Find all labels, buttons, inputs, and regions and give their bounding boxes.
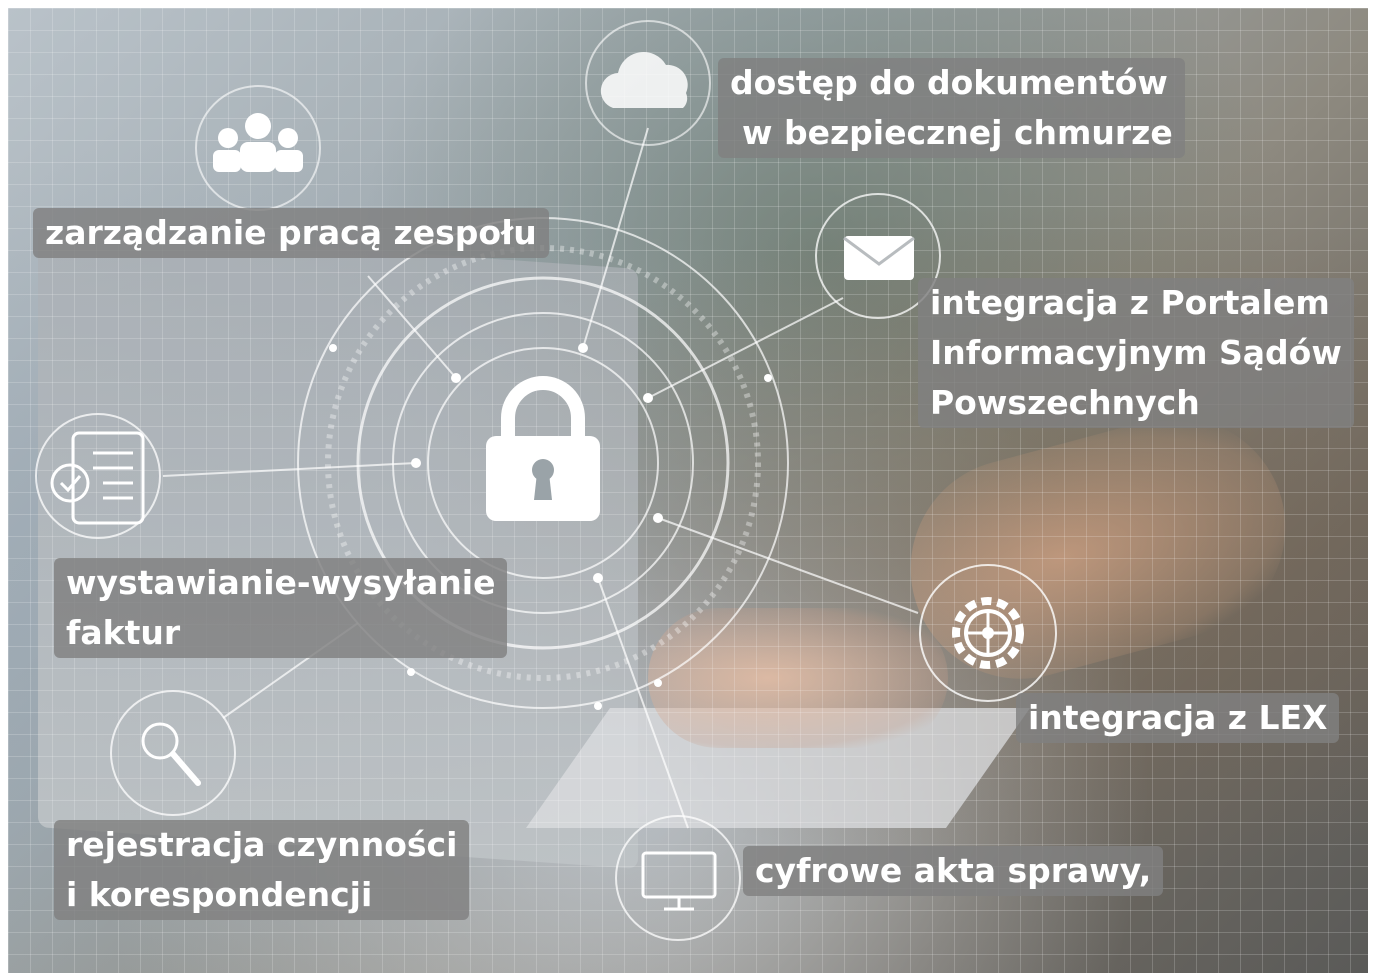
label-invoices: wystawianie-wysyłanie faktur (54, 558, 508, 658)
label-line: integracja z Portalem (930, 283, 1330, 322)
label-team-management: zarządzanie pracą zespołu (33, 208, 549, 258)
label-line: w bezpiecznej chmurze (742, 113, 1173, 152)
label-line: i korespondencji (66, 875, 373, 914)
label-line: rejestracja czynności (66, 825, 458, 864)
label-line: faktur (66, 613, 181, 652)
label-lex-integration: integracja z LEX (1016, 693, 1340, 743)
magnifier-icon (110, 690, 236, 816)
cloud-icon (585, 20, 711, 146)
gear-icon (919, 564, 1057, 702)
label-activity-register: rejestracja czynności i korespondencji (54, 820, 470, 920)
label-portal-integration: integracja z Portalem Informacyjnym Sądó… (918, 278, 1354, 428)
label-digital-files: cyfrowe akta sprawy, (743, 846, 1164, 896)
label-line: Powszechnych (930, 383, 1200, 422)
label-cloud-access: dostęp do dokumentów w bezpiecznej chmur… (718, 58, 1185, 158)
label-line: Informacyjnym Sądów (930, 333, 1342, 372)
label-line: integracja z LEX (1028, 698, 1328, 737)
monitor-icon (615, 815, 741, 941)
lock-icon (486, 376, 600, 521)
label-line: wystawianie-wysyłanie (66, 563, 496, 602)
label-line: cyfrowe akta sprawy, (755, 851, 1152, 890)
team-icon (195, 85, 321, 211)
document-icon (35, 413, 161, 539)
hero-image: dostęp do dokumentów w bezpiecznej chmur… (8, 8, 1368, 973)
label-line: dostęp do dokumentów (730, 63, 1168, 102)
label-line: zarządzanie pracą zespołu (45, 213, 537, 252)
